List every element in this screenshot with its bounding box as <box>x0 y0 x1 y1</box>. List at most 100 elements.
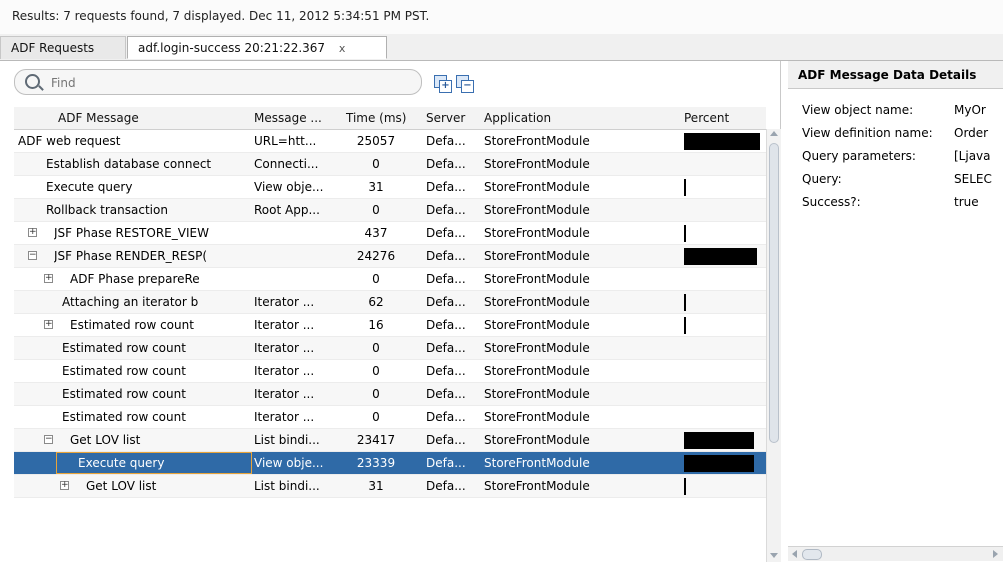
search-input[interactable] <box>49 73 413 93</box>
tab-adf-requests[interactable]: ADF Requests <box>0 36 126 59</box>
table-row[interactable]: − JSF Phase RENDER_RESP(24276 Defa... Store… <box>14 245 766 268</box>
cell-adf-message: Attaching an iterator b <box>62 295 199 309</box>
table-row[interactable]: Estimated row count Iterator ... 0 Defa... S… <box>14 360 766 383</box>
expand-node-icon[interactable]: + <box>44 320 53 329</box>
cell-time: 437 <box>364 226 388 240</box>
tab-login-success[interactable]: adf.login-success 20:21:22.367 x <box>127 36 387 59</box>
cell-application: StoreFrontModule <box>484 433 590 447</box>
table-row[interactable]: Estimated row count Iterator ... 0 Defa... S… <box>14 337 766 360</box>
percent-bar <box>684 478 686 495</box>
cell-application: StoreFrontModule <box>484 226 590 240</box>
cell-adf-message: Get LOV list <box>86 479 157 493</box>
percent-bar <box>684 133 760 150</box>
scroll-right-icon[interactable] <box>993 550 998 558</box>
table-row[interactable]: Execute query View obje... 31 Defa... StoreF… <box>14 176 766 199</box>
results-summary: Results: 7 requests found, 7 displayed. … <box>12 9 430 23</box>
tab-label: ADF Requests <box>11 41 95 55</box>
col-percent[interactable]: Percent <box>684 111 729 125</box>
cell-adf-message: JSF Phase RENDER_RESP( <box>54 249 208 263</box>
cell-adf-message: Execute query <box>78 456 165 470</box>
cell-server: Defa... <box>426 456 466 470</box>
details-title: ADF Message Data Details <box>788 61 1003 89</box>
detail-value: [Ljava <box>954 149 991 163</box>
expand-node-icon[interactable]: + <box>28 228 37 237</box>
cell-application: StoreFrontModule <box>484 180 590 194</box>
percent-bar <box>684 248 757 265</box>
cell-server: Defa... <box>426 272 466 286</box>
cell-server: Defa... <box>426 203 466 217</box>
table-row[interactable]: Estimated row count Iterator ... 0 Defa... S… <box>14 383 766 406</box>
cell-application: StoreFrontModule <box>484 387 590 401</box>
col-time[interactable]: Time (ms) <box>346 111 407 125</box>
detail-row: Query: SELEC <box>802 172 1002 192</box>
table-row[interactable]: + Get LOV list List bindi... 31 Defa... Store… <box>14 475 766 498</box>
table-row[interactable]: + Estimated row count Iterator ... 16 Defa..… <box>14 314 766 337</box>
cell-adf-message: Estimated row count <box>62 410 186 424</box>
detail-key: Query parameters: <box>802 149 916 163</box>
cell-application: StoreFrontModule <box>484 157 590 171</box>
cell-application: StoreFrontModule <box>484 479 590 493</box>
cell-time: 31 <box>368 180 384 194</box>
scroll-down-icon[interactable] <box>770 553 778 558</box>
cell-time: 23417 <box>356 433 396 447</box>
cell-application: StoreFrontModule <box>484 456 590 470</box>
collapse-node-icon[interactable]: − <box>44 435 53 444</box>
table-row[interactable]: Execute query View obje... 23339 Defa... Sto… <box>14 452 766 475</box>
cell-adf-message: ADF Phase prepareRe <box>70 272 200 286</box>
cell-server: Defa... <box>426 341 466 355</box>
close-icon[interactable]: x <box>339 42 346 55</box>
table-row[interactable]: ADF web request URL=htt... 25057 Defa... Sto… <box>14 130 766 153</box>
col-message-type[interactable]: Message ... <box>254 111 322 125</box>
table-row[interactable]: Attaching an iterator b Iterator ... 62 Def… <box>14 291 766 314</box>
cell-adf-message: ADF web request <box>18 134 121 148</box>
percent-bar <box>684 432 754 449</box>
percent-bar <box>684 294 686 311</box>
detail-key: Query: <box>802 172 842 186</box>
collapse-node-icon[interactable]: − <box>28 251 37 260</box>
cell-time: 31 <box>368 479 384 493</box>
cell-message-type: URL=htt... <box>254 134 317 148</box>
cell-adf-message: Get LOV list <box>70 433 141 447</box>
cell-adf-message: Estimated row count <box>70 318 194 332</box>
detail-value: SELEC <box>954 172 992 186</box>
cell-time: 0 <box>372 341 380 355</box>
detail-row: View object name: MyOr <box>802 103 1002 123</box>
cell-message-type: Iterator ... <box>254 364 315 378</box>
col-adf-message[interactable]: ADF Message <box>58 111 139 125</box>
cell-server: Defa... <box>426 295 466 309</box>
cell-adf-message: Estimated row count <box>62 387 186 401</box>
detail-value: true <box>954 195 979 209</box>
expand-all-icon[interactable]: + <box>434 75 452 93</box>
scroll-thumb[interactable] <box>802 549 822 560</box>
scroll-thumb[interactable] <box>769 143 779 443</box>
col-server[interactable]: Server <box>426 111 465 125</box>
table-row[interactable]: + JSF Phase RESTORE_VIEW 437 Defa... StoreFr… <box>14 222 766 245</box>
percent-bar <box>684 455 754 472</box>
toolbar: + − <box>0 61 780 105</box>
horizontal-scrollbar[interactable] <box>788 546 1003 561</box>
detail-key: Success?: <box>802 195 861 209</box>
expand-node-icon[interactable]: + <box>44 274 53 283</box>
search-box <box>14 69 422 95</box>
vertical-scrollbar[interactable] <box>766 129 781 562</box>
cell-message-type: Root App... <box>254 203 320 217</box>
col-application[interactable]: Application <box>484 111 551 125</box>
cell-server: Defa... <box>426 134 466 148</box>
table-row[interactable]: Estimated row count Iterator ... 0 Defa... S… <box>14 406 766 429</box>
cell-message-type: View obje... <box>254 180 324 194</box>
cell-application: StoreFrontModule <box>484 341 590 355</box>
cell-application: StoreFrontModule <box>484 410 590 424</box>
table-row[interactable]: Establish database connect Connecti... 0 De… <box>14 153 766 176</box>
expand-node-icon[interactable]: + <box>60 481 69 490</box>
table-row[interactable]: − Get LOV list List bindi... 23417 Defa... St… <box>14 429 766 452</box>
collapse-all-icon[interactable]: − <box>456 75 474 93</box>
table-row[interactable]: + ADF Phase prepareRe 0 Defa... StoreFrontMo… <box>14 268 766 291</box>
cell-application: StoreFrontModule <box>484 364 590 378</box>
cell-application: StoreFrontModule <box>484 272 590 286</box>
table-row[interactable]: Rollback transaction Root App... 0 Defa... S… <box>14 199 766 222</box>
scroll-left-icon[interactable] <box>792 550 797 558</box>
cell-server: Defa... <box>426 180 466 194</box>
cell-server: Defa... <box>426 433 466 447</box>
scroll-up-icon[interactable] <box>770 131 778 136</box>
cell-server: Defa... <box>426 387 466 401</box>
